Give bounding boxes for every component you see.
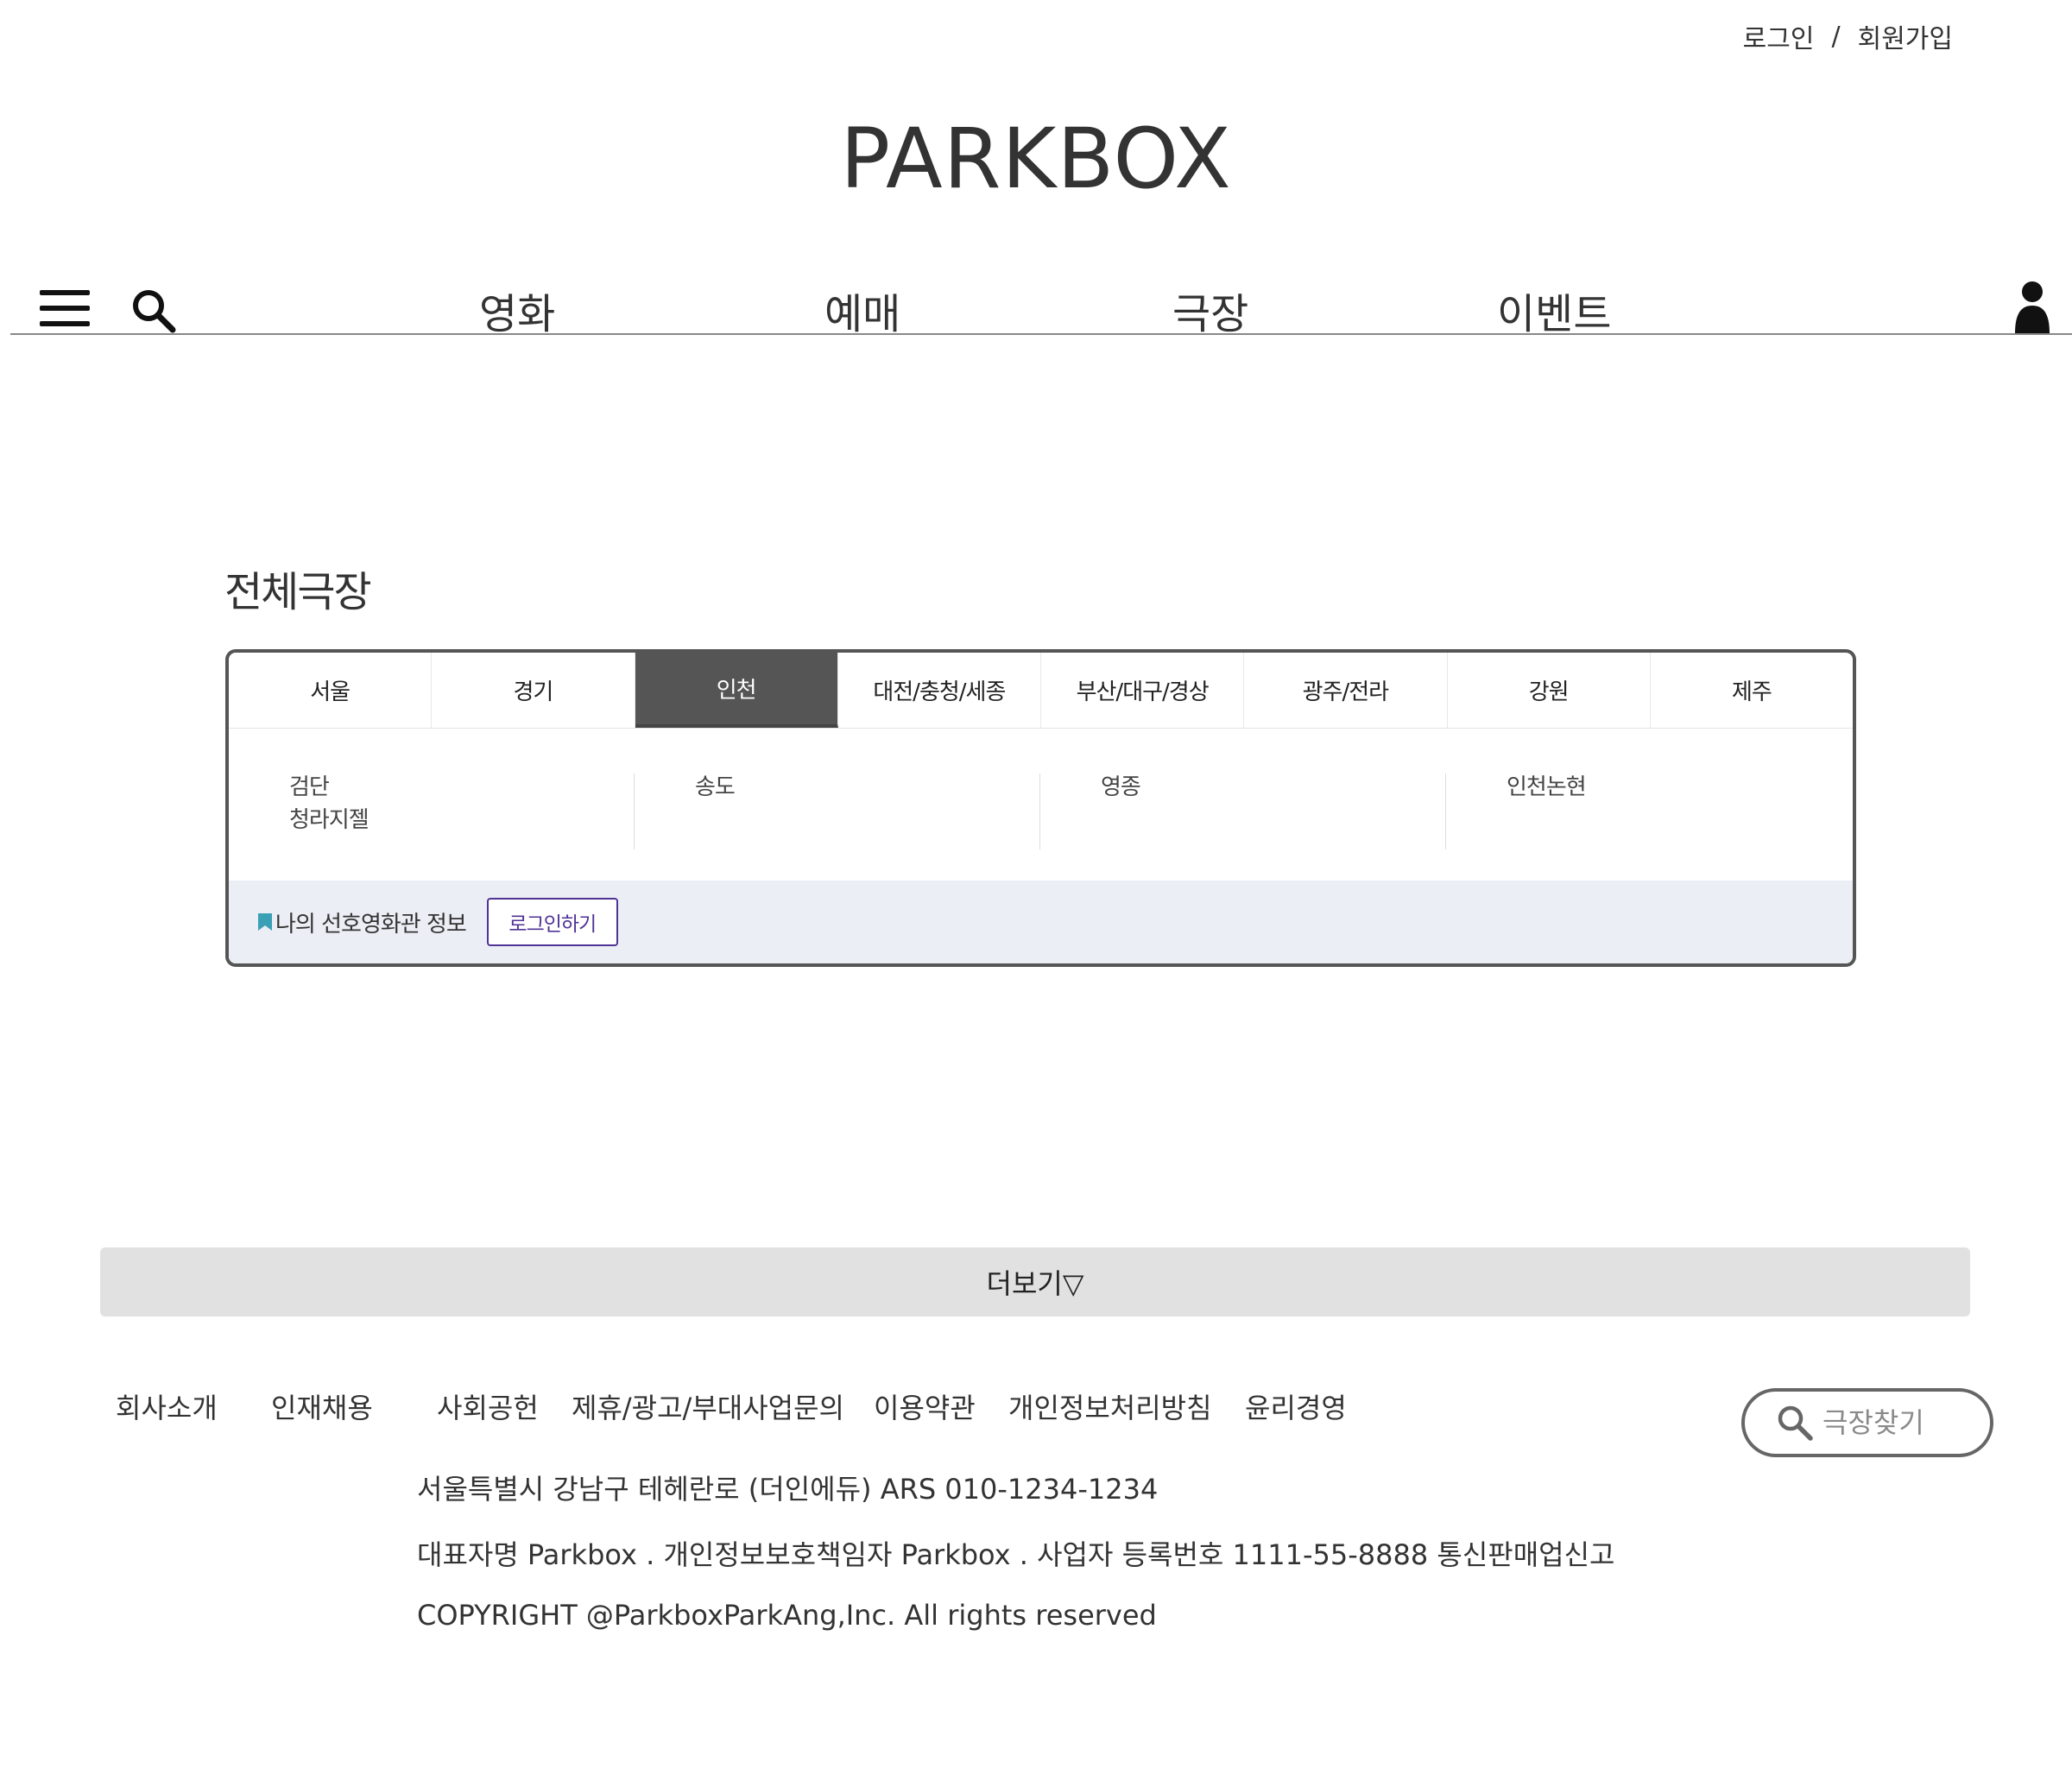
- tab-daejeon-chungcheong-sejong[interactable]: 대전/충청/세종: [838, 653, 1041, 728]
- footer-company-info: 대표자명 Parkbox . 개인정보보호책임자 Parkbox . 사업자 등…: [417, 1538, 1615, 1571]
- theater-selector: 서울 경기 인천 대전/충청/세종 부산/대구/경상 광주/전라 강원 제주 검…: [225, 649, 1856, 967]
- footer-link-ethics[interactable]: 윤리경영: [1245, 1386, 1347, 1426]
- region-tabs: 서울 경기 인천 대전/충청/세종 부산/대구/경상 광주/전라 강원 제주: [229, 653, 1853, 729]
- hamburger-menu-icon[interactable]: [40, 290, 90, 328]
- tab-seoul[interactable]: 서울: [229, 653, 433, 728]
- footer-address: 서울특별시 강남구 테헤란로 (더인에듀) ARS 010-1234-1234: [417, 1473, 1159, 1506]
- preferred-theater-bar: 나의 선호영화관 정보 로그인하기: [229, 881, 1853, 963]
- main-nav: 영화 예매 극장 이벤트: [10, 268, 2072, 338]
- bookmark-icon: [258, 913, 272, 931]
- site-logo[interactable]: PARKBOX: [0, 111, 2072, 207]
- preferred-theater-label: 나의 선호영화관 정보: [275, 911, 467, 938]
- nav-item-event[interactable]: 이벤트: [1497, 280, 1611, 340]
- branch-column: 송도: [635, 774, 1040, 849]
- nav-item-booking[interactable]: 예매: [824, 280, 900, 340]
- search-icon[interactable]: [130, 287, 178, 335]
- login-link[interactable]: 로그인: [1743, 17, 1815, 55]
- signup-link[interactable]: 회원가입: [1858, 17, 1953, 55]
- tab-busan-daegu-gyeongsang[interactable]: 부산/대구/경상: [1041, 653, 1245, 728]
- branch-list: 검단 청라지젤 송도 영종 인천논현: [229, 729, 1853, 884]
- branch-column: 인천논현: [1446, 774, 1852, 849]
- footer-link-terms[interactable]: 이용약관: [874, 1386, 976, 1426]
- footer-link-social[interactable]: 사회공헌: [437, 1386, 539, 1426]
- preferred-login-button[interactable]: 로그인하기: [486, 898, 618, 946]
- footer-link-careers[interactable]: 인재채용: [271, 1386, 373, 1426]
- tab-jeju[interactable]: 제주: [1651, 653, 1853, 728]
- branch-cheongna[interactable]: 청라지젤: [289, 801, 634, 839]
- auth-separator: /: [1831, 21, 1841, 52]
- tab-gyeonggi[interactable]: 경기: [432, 653, 635, 728]
- theater-search-box[interactable]: [1741, 1388, 1993, 1457]
- theater-search-input[interactable]: [1822, 1406, 1978, 1439]
- tab-gangwon[interactable]: 강원: [1448, 653, 1651, 728]
- branch-column: 영종: [1040, 774, 1446, 849]
- footer-link-partnership[interactable]: 제휴/광고/부대사업문의: [572, 1386, 844, 1426]
- branch-column: 검단 청라지젤: [229, 774, 635, 849]
- tab-incheon[interactable]: 인천: [635, 653, 838, 728]
- branch-incheon-nonhyeon[interactable]: 인천논현: [1507, 768, 1852, 806]
- footer-copyright: COPYRIGHT @ParkboxParkAng,Inc. All right…: [417, 1599, 1157, 1632]
- more-button[interactable]: 더보기▽: [100, 1247, 1970, 1317]
- auth-links: 로그인 / 회원가입: [1743, 17, 1953, 55]
- branch-songdo[interactable]: 송도: [695, 768, 1039, 806]
- footer-link-company[interactable]: 회사소개: [116, 1386, 218, 1426]
- branch-yeongjong[interactable]: 영종: [1101, 768, 1445, 806]
- nav-item-theater[interactable]: 극장: [1172, 280, 1248, 340]
- footer-link-privacy[interactable]: 개인정보처리방침: [1008, 1386, 1212, 1426]
- page-title: 전체극장: [224, 568, 372, 616]
- nav-item-movie[interactable]: 영화: [479, 280, 555, 340]
- search-icon: [1778, 1405, 1813, 1441]
- user-icon[interactable]: [2013, 280, 2051, 333]
- tab-gwangju-jeolla[interactable]: 광주/전라: [1244, 653, 1448, 728]
